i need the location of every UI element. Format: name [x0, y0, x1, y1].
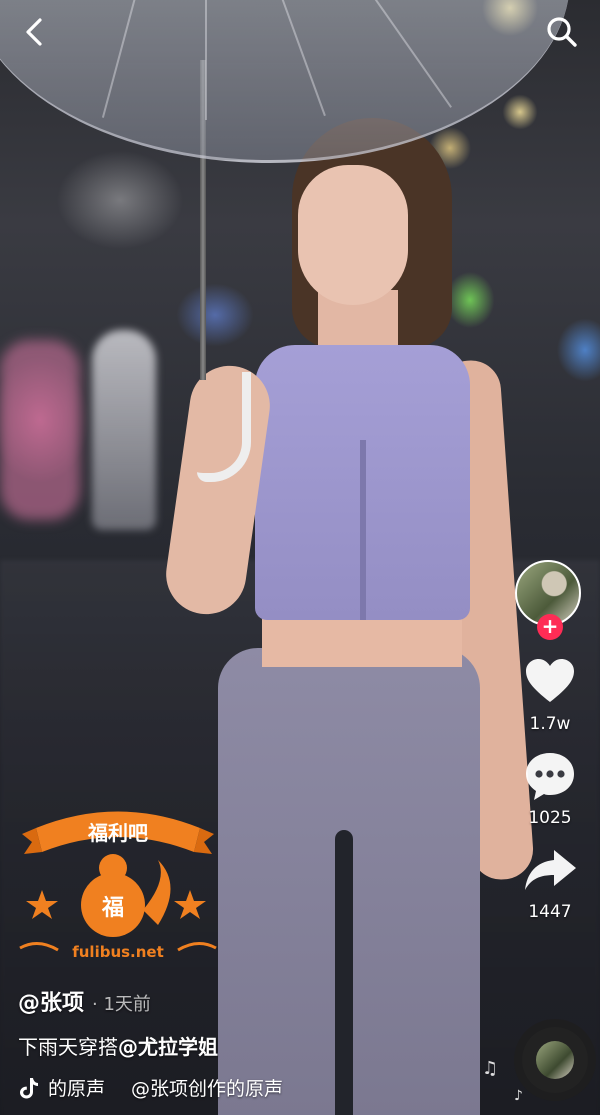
subject-zipper	[360, 440, 366, 620]
music-original-label: 的原声	[48, 1078, 106, 1100]
watermark-site: fulibus.net	[72, 943, 164, 961]
like-count: 1.7w	[529, 714, 571, 734]
search-button[interactable]	[544, 14, 580, 50]
caption-mention[interactable]: @尤拉学姐	[118, 1035, 218, 1059]
background-pedestrian	[92, 330, 156, 530]
chevron-left-icon	[26, 18, 42, 46]
watermark-badge-char: 福	[101, 896, 124, 921]
heart-icon[interactable]	[522, 654, 578, 710]
umbrella-handle	[197, 372, 251, 482]
share-action[interactable]: 1447	[522, 842, 578, 922]
post-time: · 1天前	[92, 994, 151, 1015]
author-name[interactable]: @张项	[18, 985, 84, 1017]
follow-button[interactable]: +	[537, 614, 563, 640]
comment-icon[interactable]	[522, 748, 578, 804]
comment-count: 1025	[528, 808, 572, 828]
author-row: @张项 · 1天前	[18, 985, 488, 1017]
share-count: 1447	[528, 902, 572, 922]
search-icon	[547, 17, 577, 47]
comment-action[interactable]: 1025	[522, 748, 578, 828]
music-cover	[536, 1041, 574, 1079]
fulibus-watermark-logo: 福利吧 福 fulibus.net	[19, 811, 217, 961]
post-caption[interactable]: 下雨天穿搭@尤拉学姐	[18, 1031, 488, 1060]
subject-face	[298, 165, 408, 305]
tiktok-note-icon	[20, 1077, 38, 1098]
action-rail: + 1.7w 1025 1447	[508, 560, 592, 922]
music-row[interactable]: 的原声 @张项创作的原声	[18, 1074, 488, 1101]
caption-text: 下雨天穿搭	[18, 1035, 118, 1059]
music-note-icon: ♪	[514, 1088, 523, 1104]
subject-waist	[262, 612, 462, 667]
share-arrow-icon[interactable]	[522, 842, 578, 898]
post-info: @张项 · 1天前 下雨天穿搭@尤拉学姐 的原声 @张项创作的原声	[18, 985, 488, 1101]
watermark-banner-text: 福利吧	[87, 821, 148, 845]
music-credit: @张项创作的原声	[131, 1078, 284, 1100]
music-disc[interactable]	[522, 1027, 588, 1093]
back-button[interactable]	[18, 14, 54, 50]
star-icon	[26, 890, 58, 919]
like-action[interactable]: 1.7w	[522, 654, 578, 734]
star-icon	[174, 890, 206, 919]
background-pedestrian	[0, 340, 80, 520]
top-bar	[0, 0, 600, 70]
author-avatar-group: +	[515, 560, 585, 640]
